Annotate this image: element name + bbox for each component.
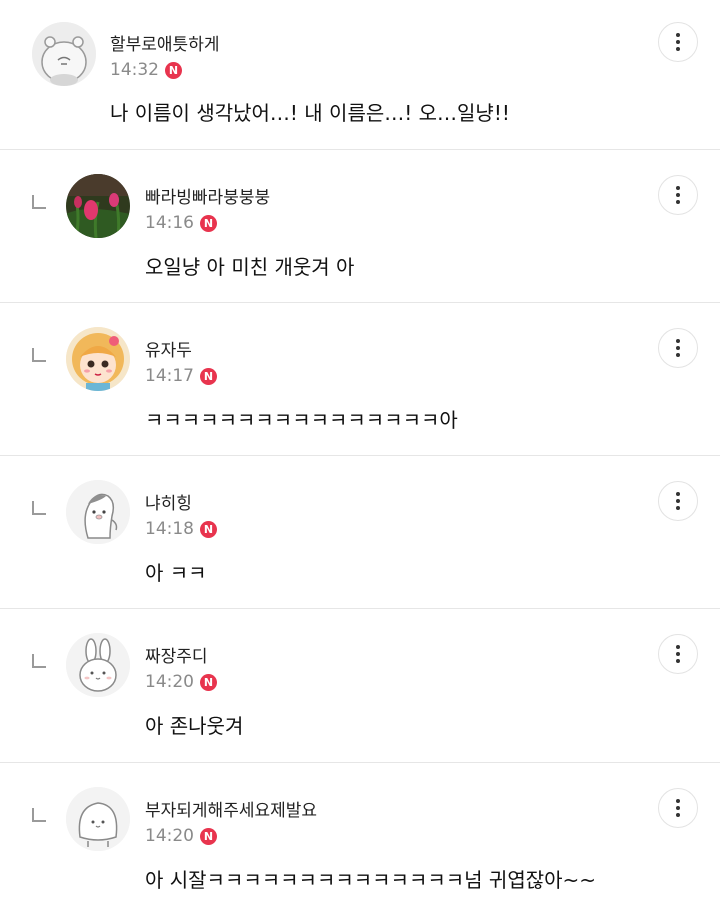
dot-icon — [676, 193, 680, 197]
more-options-button[interactable] — [658, 22, 698, 62]
comment-nickname[interactable]: 유자두 — [145, 336, 192, 361]
dot-icon — [676, 659, 680, 663]
dot-icon — [676, 339, 680, 343]
comment-time: 14:20 — [145, 672, 194, 692]
dot-icon — [676, 799, 680, 803]
dot-icon — [676, 813, 680, 817]
dot-icon — [676, 499, 680, 503]
comment-meta: 14:17 N — [145, 366, 217, 386]
comment-text: 오일냥 아 미친 개웃겨 아 — [145, 255, 355, 279]
girl-character-avatar[interactable] — [66, 327, 130, 391]
comment-meta: 14:16 N — [145, 213, 217, 233]
comment-text: 아 시잘ㅋㅋㅋㅋㅋㅋㅋㅋㅋㅋㅋㅋㅋㅋ넘 귀엽잖아~~ — [145, 868, 597, 892]
comment-text: 나 이름이 생각났어…! 내 이름은…! 오…일냥!! — [110, 101, 510, 125]
penguin-avatar-icon[interactable] — [66, 480, 130, 544]
blob-avatar-icon[interactable] — [66, 787, 130, 851]
reply-item: 부자되게해주세요제발요 14:20 N 아 시잘ㅋㅋㅋㅋㅋㅋㅋㅋㅋㅋㅋㅋㅋㅋ넘 … — [0, 763, 720, 908]
more-options-button[interactable] — [658, 788, 698, 828]
reply-item: 냐히힝 14:18 N 아 ㅋㅋ — [0, 456, 720, 609]
dot-icon — [676, 645, 680, 649]
new-badge: N — [165, 61, 182, 79]
rabbit-avatar-icon[interactable] — [66, 633, 130, 697]
dot-icon — [676, 506, 680, 510]
comment-text: 아 존나웃겨 — [145, 714, 244, 738]
more-options-button[interactable] — [658, 481, 698, 521]
reply-indicator-icon — [32, 808, 46, 822]
reply-item: 빠라빙빠라붕붕붕 14:16 N 오일냥 아 미친 개웃겨 아 — [0, 150, 720, 303]
reply-item: 유자두 14:17 N ㅋㅋㅋㅋㅋㅋㅋㅋㅋㅋㅋㅋㅋㅋㅋㅋ아 — [0, 303, 720, 456]
comment-nickname[interactable]: 할부로애틋하게 — [110, 30, 219, 55]
more-options-button[interactable] — [658, 175, 698, 215]
dot-icon — [676, 200, 680, 204]
tulip-photo-avatar[interactable] — [66, 174, 130, 238]
new-badge: N — [200, 367, 217, 385]
dot-icon — [676, 346, 680, 350]
comment-meta: 14:20 N — [145, 826, 217, 846]
comment-meta: 14:20 N — [145, 672, 217, 692]
comment-time: 14:18 — [145, 519, 194, 539]
reply-indicator-icon — [32, 348, 46, 362]
comment-meta: 14:32 N — [110, 60, 182, 80]
comment-nickname[interactable]: 빠라빙빠라붕붕붕 — [145, 183, 270, 208]
more-options-button[interactable] — [658, 328, 698, 368]
reply-indicator-icon — [32, 501, 46, 515]
comment-text: ㅋㅋㅋㅋㅋㅋㅋㅋㅋㅋㅋㅋㅋㅋㅋㅋ아 — [145, 408, 458, 432]
comment-nickname[interactable]: 냐히힝 — [145, 489, 192, 514]
reply-indicator-icon — [32, 654, 46, 668]
new-badge: N — [200, 827, 217, 845]
dot-icon — [676, 492, 680, 496]
comment-meta: 14:18 N — [145, 519, 217, 539]
comment-time: 14:32 — [110, 60, 159, 80]
comment-time: 14:16 — [145, 213, 194, 233]
comment-nickname[interactable]: 짜장주디 — [145, 642, 208, 667]
dot-icon — [676, 47, 680, 51]
comment-time: 14:20 — [145, 826, 194, 846]
comment-time: 14:17 — [145, 366, 194, 386]
reply-item: 짜장주디 14:20 N 아 존나웃겨 — [0, 609, 720, 763]
dot-icon — [676, 806, 680, 810]
dot-icon — [676, 652, 680, 656]
dot-icon — [676, 353, 680, 357]
dot-icon — [676, 186, 680, 190]
new-badge: N — [200, 673, 217, 691]
new-badge: N — [200, 520, 217, 538]
hamster-avatar-icon[interactable] — [32, 22, 96, 86]
more-options-button[interactable] — [658, 634, 698, 674]
reply-indicator-icon — [32, 195, 46, 209]
new-badge: N — [200, 214, 217, 232]
dot-icon — [676, 33, 680, 37]
comment-nickname[interactable]: 부자되게해주세요제발요 — [145, 796, 317, 821]
dot-icon — [676, 40, 680, 44]
comment-text: 아 ㅋㅋ — [145, 561, 207, 585]
comment-item: 할부로애틋하게 14:32 N 나 이름이 생각났어…! 내 이름은…! 오…일… — [0, 0, 720, 150]
